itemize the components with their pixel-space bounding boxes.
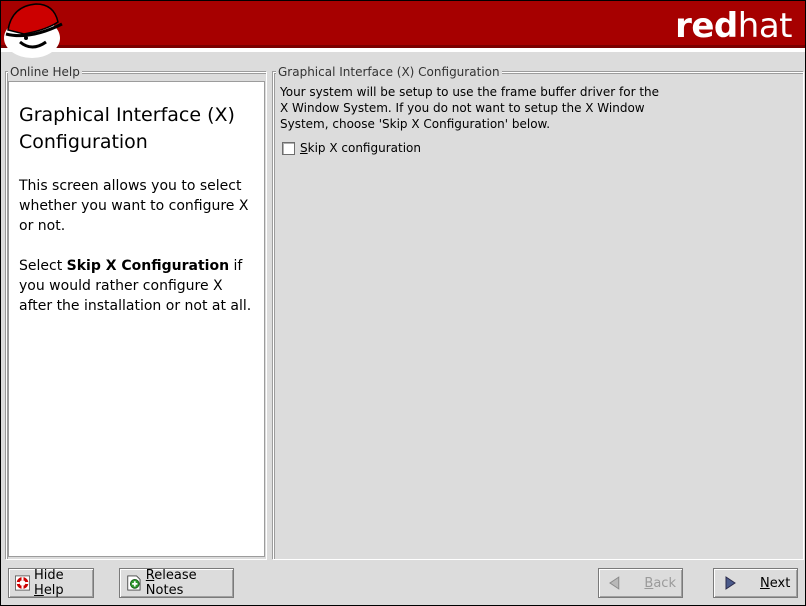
help-heading: Graphical Interface (X) Configuration <box>19 104 235 153</box>
back-button[interactable]: Back <box>598 568 683 598</box>
help-paragraph-2-bold: Skip X Configuration <box>66 258 230 274</box>
hide-help-button[interactable]: Hide Help <box>8 568 94 598</box>
shadowman-hat-icon <box>4 3 63 58</box>
help-paragraph-2: Select Skip X Configuration if you would… <box>19 256 254 316</box>
back-mnemonic: B <box>644 575 654 591</box>
brand-light: hat <box>737 6 793 46</box>
skip-x-mnemonic: S <box>300 141 308 155</box>
skip-x-label-rest: kip X configuration <box>307 141 421 155</box>
hide-help-label: Hide Help <box>34 568 87 598</box>
help-paragraph-1: This screen allows you to select whether… <box>19 178 249 234</box>
left-arrow-icon <box>609 576 620 590</box>
lifebuoy-icon <box>15 575 31 591</box>
release-notes-post: elease Notes <box>145 568 197 598</box>
redhat-logo-text: redhat <box>675 6 792 46</box>
next-mnemonic: N <box>760 575 770 591</box>
right-arrow-icon <box>725 576 736 590</box>
next-post: ext <box>769 575 791 591</box>
online-help-panel[interactable]: Graphical Interface (X) Configuration Th… <box>8 81 265 557</box>
release-notes-label: Release Notes <box>146 568 227 598</box>
x-config-description: Your system will be setup to use the fra… <box>280 85 660 131</box>
next-button[interactable]: Next <box>713 568 798 598</box>
skip-x-checkbox-row[interactable]: Skip X configuration <box>282 140 421 156</box>
back-post: ack <box>653 575 676 591</box>
online-help-label: Online Help <box>8 65 82 79</box>
help-paragraph-2-prefix: Select <box>19 258 67 274</box>
back-label: Back <box>644 576 676 591</box>
release-notes-mnemonic: R <box>145 568 155 583</box>
skip-x-checkbox[interactable] <box>282 141 295 155</box>
header-banner: redhat <box>0 0 806 58</box>
brand-bold: red <box>675 6 738 46</box>
notes-add-icon <box>127 575 141 591</box>
hide-help-pre: Hide <box>34 568 64 583</box>
skip-x-checkbox-label[interactable]: Skip X configuration <box>300 141 421 155</box>
hide-help-post: elp <box>43 583 64 598</box>
next-label: Next <box>760 576 790 591</box>
x-config-label: Graphical Interface (X) Configuration <box>276 65 502 79</box>
hide-help-mnemonic: H <box>34 583 44 598</box>
release-notes-button[interactable]: Release Notes <box>119 568 234 598</box>
